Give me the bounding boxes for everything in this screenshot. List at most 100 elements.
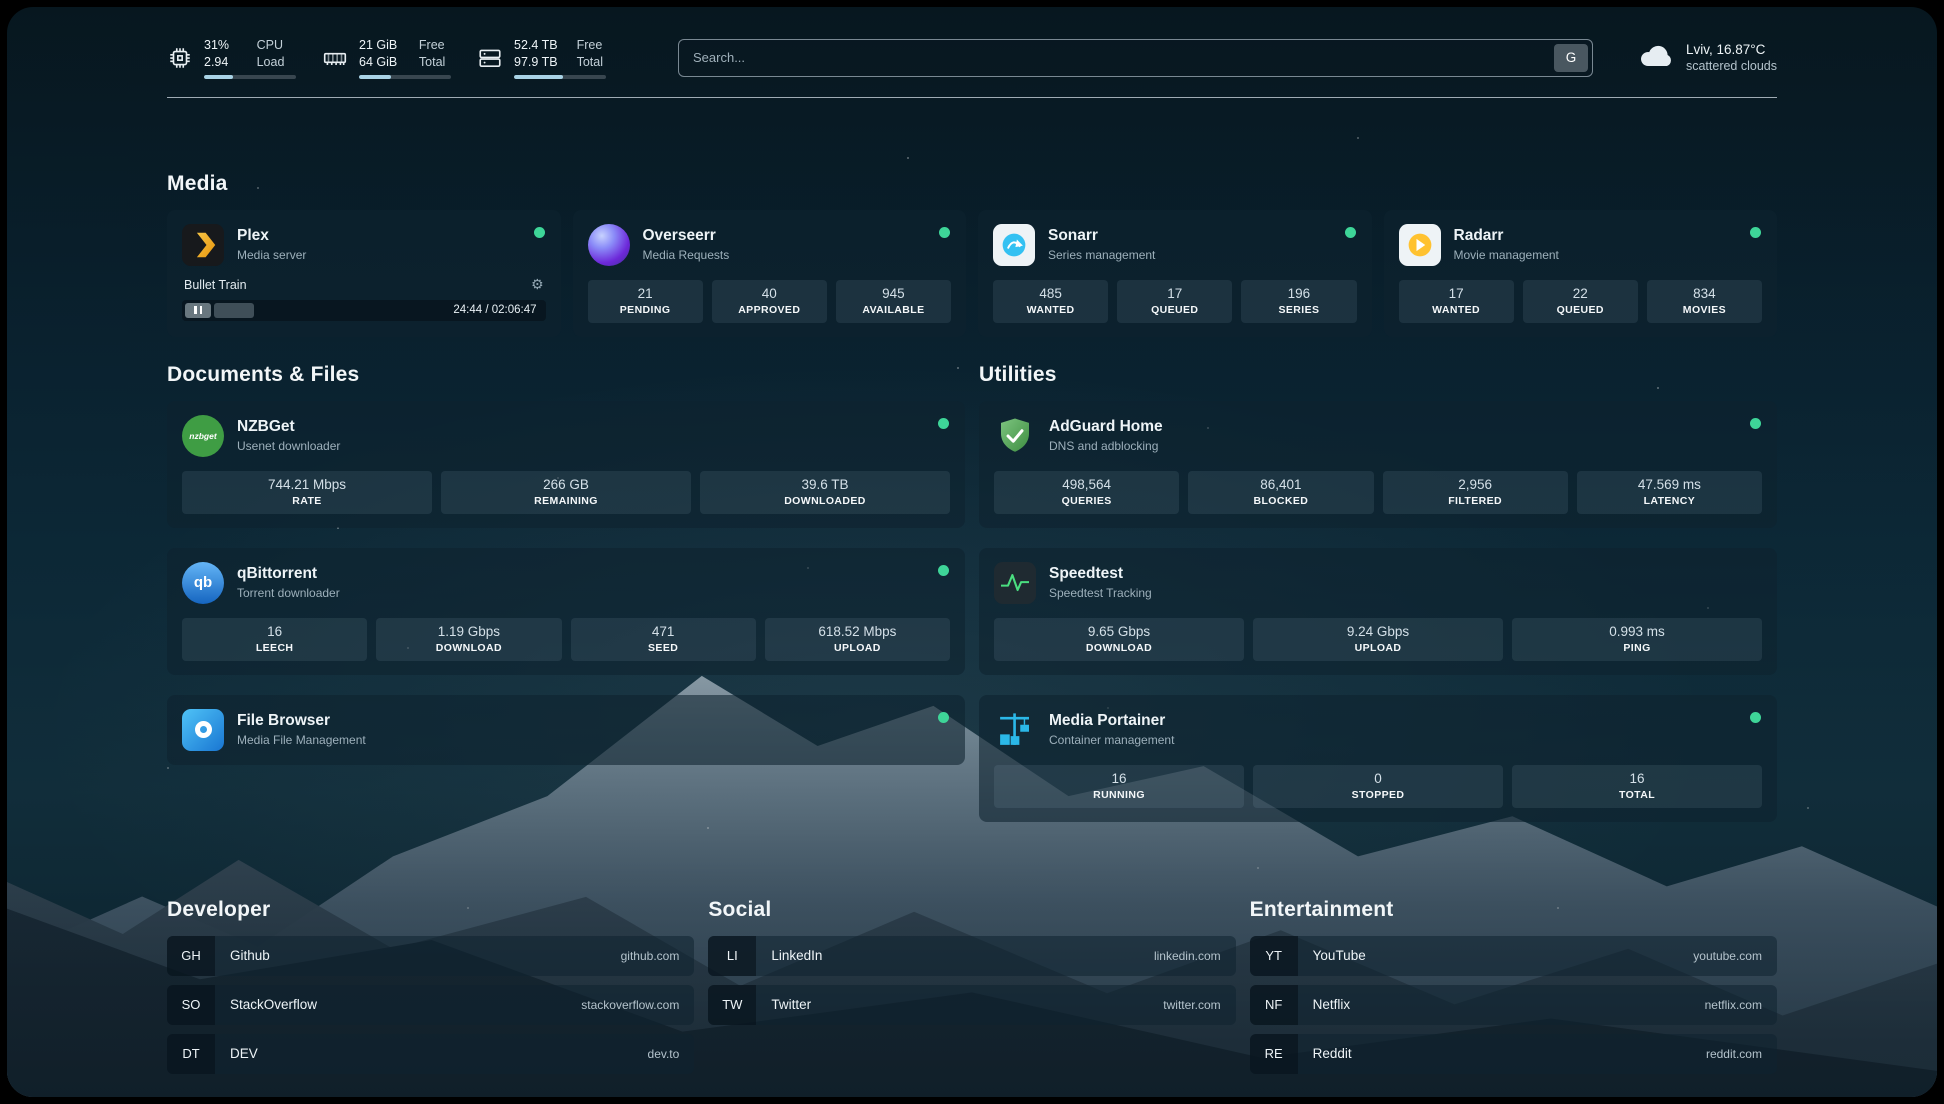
- player-progress-fill: [214, 303, 254, 318]
- disk-icon: [477, 45, 503, 71]
- section-title-documents: Documents & Files: [167, 363, 965, 387]
- service-card-adguard[interactable]: AdGuard Home DNS and adblocking 498,564 …: [979, 401, 1777, 528]
- dashboard: 31% CPU 2.94 Load: [7, 7, 1937, 1097]
- service-card-qbittorrent[interactable]: qb qBittorrent Torrent downloader 16 LEE…: [167, 548, 965, 675]
- cloud-icon: [1639, 41, 1675, 74]
- service-card-filebrowser[interactable]: File Browser Media File Management: [167, 695, 965, 765]
- bookmark-abbr: NF: [1250, 985, 1298, 1025]
- stat-block: 0 STOPPED: [1253, 765, 1503, 808]
- status-dot: [1750, 712, 1761, 723]
- memory-free-value: 21 GiB: [359, 37, 403, 53]
- bookmark-youtube[interactable]: YT YouTube youtube.com: [1250, 936, 1777, 976]
- service-card-speedtest[interactable]: Speedtest Speedtest Tracking 9.65 Gbps D…: [979, 548, 1777, 675]
- service-card-overseerr[interactable]: Overseerr Media Requests 21 PENDING 40 A…: [573, 210, 967, 337]
- search-provider-button[interactable]: G: [1554, 44, 1588, 72]
- service-description: DNS and adblocking: [1049, 439, 1163, 453]
- bookmark-stackoverflow[interactable]: SO StackOverflow stackoverflow.com: [167, 985, 694, 1025]
- service-card-plex[interactable]: Plex Media server Bullet Train ⚙ 24:44 /: [167, 210, 561, 337]
- stat-block: 266 GB REMAINING: [441, 471, 691, 514]
- background-snow-specks: [7, 7, 9, 9]
- service-name: NZBGet: [237, 418, 340, 436]
- stat-block: 2,956 FILTERED: [1383, 471, 1568, 514]
- section-title-entertainment: Entertainment: [1250, 898, 1777, 922]
- service-card-nzbget[interactable]: nzbget NZBGet Usenet downloader 744.21 M…: [167, 401, 965, 528]
- plex-now-playing: Bullet Train ⚙ 24:44 / 02:06:47: [182, 277, 546, 321]
- stat-block: 0.993 ms PING: [1512, 618, 1762, 661]
- disk-widget: 52.4 TB Free 97.9 TB Total: [477, 37, 606, 79]
- search-input[interactable]: [678, 39, 1593, 77]
- pause-button[interactable]: [185, 303, 211, 318]
- memory-label-2: Total: [419, 54, 451, 70]
- cpu-usage-value: 31%: [204, 37, 241, 53]
- player-time: 24:44 / 02:06:47: [453, 304, 545, 316]
- stat-block: 47.569 ms LATENCY: [1577, 471, 1762, 514]
- stat-block: 498,564 QUERIES: [994, 471, 1179, 514]
- status-dot: [1750, 227, 1761, 238]
- memory-widget: 21 GiB Free 64 GiB Total: [322, 37, 451, 79]
- stat-block: 471 SEED: [571, 618, 756, 661]
- stat-block: 744.21 Mbps RATE: [182, 471, 432, 514]
- bookmark-url: netflix.com: [1705, 998, 1762, 1012]
- bookmark-dev[interactable]: DT DEV dev.to: [167, 1034, 694, 1074]
- bookmark-name: StackOverflow: [230, 997, 317, 1012]
- cpu-progress-bar: [204, 75, 296, 79]
- section-title-media: Media: [167, 172, 1777, 196]
- stat-block: 834 MOVIES: [1647, 280, 1762, 323]
- bookmarks-developer: Developer GH Github github.com SO StackO…: [167, 898, 694, 1083]
- service-card-portainer[interactable]: Media Portainer Container management 16 …: [979, 695, 1777, 822]
- bookmark-netflix[interactable]: NF Netflix netflix.com: [1250, 985, 1777, 1025]
- search: G: [678, 39, 1593, 77]
- section-title-developer: Developer: [167, 898, 694, 922]
- stat-block: 39.6 TB DOWNLOADED: [700, 471, 950, 514]
- bookmark-reddit[interactable]: RE Reddit reddit.com: [1250, 1034, 1777, 1074]
- memory-progress-fill: [359, 75, 391, 79]
- service-name: Sonarr: [1048, 227, 1155, 245]
- service-description: Speedtest Tracking: [1049, 586, 1152, 600]
- status-dot: [938, 712, 949, 723]
- service-name: qBittorrent: [237, 565, 340, 583]
- stat-block: 1.19 Gbps DOWNLOAD: [376, 618, 561, 661]
- bookmark-name: Twitter: [771, 997, 811, 1012]
- now-playing-title: Bullet Train: [184, 278, 247, 292]
- stat-block: 22 QUEUED: [1523, 280, 1638, 323]
- cpu-icon: [167, 45, 193, 71]
- bookmarks-social: Social LI LinkedIn linkedin.com TW Twitt…: [708, 898, 1235, 1083]
- status-dot: [939, 227, 950, 238]
- bookmark-linkedin[interactable]: LI LinkedIn linkedin.com: [708, 936, 1235, 976]
- cpu-label-2: Load: [257, 54, 296, 70]
- stat-block: 16 RUNNING: [994, 765, 1244, 808]
- service-description: Movie management: [1454, 248, 1559, 262]
- status-dot: [1750, 418, 1761, 429]
- gear-icon[interactable]: ⚙: [531, 277, 544, 293]
- disk-free-value: 52.4 TB: [514, 37, 561, 53]
- bookmark-url: youtube.com: [1693, 949, 1762, 963]
- player-progress[interactable]: 24:44 / 02:06:47: [182, 300, 546, 321]
- memory-icon: [322, 45, 348, 71]
- bookmark-twitter[interactable]: TW Twitter twitter.com: [708, 985, 1235, 1025]
- memory-label-1: Free: [419, 37, 451, 53]
- bookmark-abbr: YT: [1250, 936, 1298, 976]
- service-card-sonarr[interactable]: Sonarr Series management 485 WANTED 17 Q…: [978, 210, 1372, 337]
- disk-progress-fill: [514, 75, 563, 79]
- bookmark-github[interactable]: GH Github github.com: [167, 936, 694, 976]
- disk-label-2: Total: [577, 54, 606, 70]
- status-dot: [1345, 227, 1356, 238]
- adguard-icon: [994, 415, 1036, 457]
- bookmarks-entertainment: Entertainment YT YouTube youtube.com NF …: [1250, 898, 1777, 1083]
- stat-block: 618.52 Mbps UPLOAD: [765, 618, 950, 661]
- weather-location: Lviv, 16.87°C: [1686, 42, 1777, 57]
- stat-block: 9.24 Gbps UPLOAD: [1253, 618, 1503, 661]
- group-documents: Documents & Files nzbget NZBGet Usenet d…: [167, 363, 965, 842]
- topbar: 31% CPU 2.94 Load: [167, 37, 1777, 79]
- group-utilities: Utilities: [979, 363, 1777, 842]
- service-description: Usenet downloader: [237, 439, 340, 453]
- overseerr-icon: [588, 224, 630, 266]
- service-description: Media server: [237, 248, 306, 262]
- stat-block: 17 QUEUED: [1117, 280, 1232, 323]
- cpu-progress-fill: [204, 75, 233, 79]
- service-card-radarr[interactable]: Radarr Movie management 17 WANTED 22 QUE…: [1384, 210, 1778, 337]
- dashboard-content: 31% CPU 2.94 Load: [167, 37, 1777, 1083]
- bookmark-name: DEV: [230, 1046, 258, 1061]
- bookmark-abbr: SO: [167, 985, 215, 1025]
- bookmark-url: github.com: [621, 949, 680, 963]
